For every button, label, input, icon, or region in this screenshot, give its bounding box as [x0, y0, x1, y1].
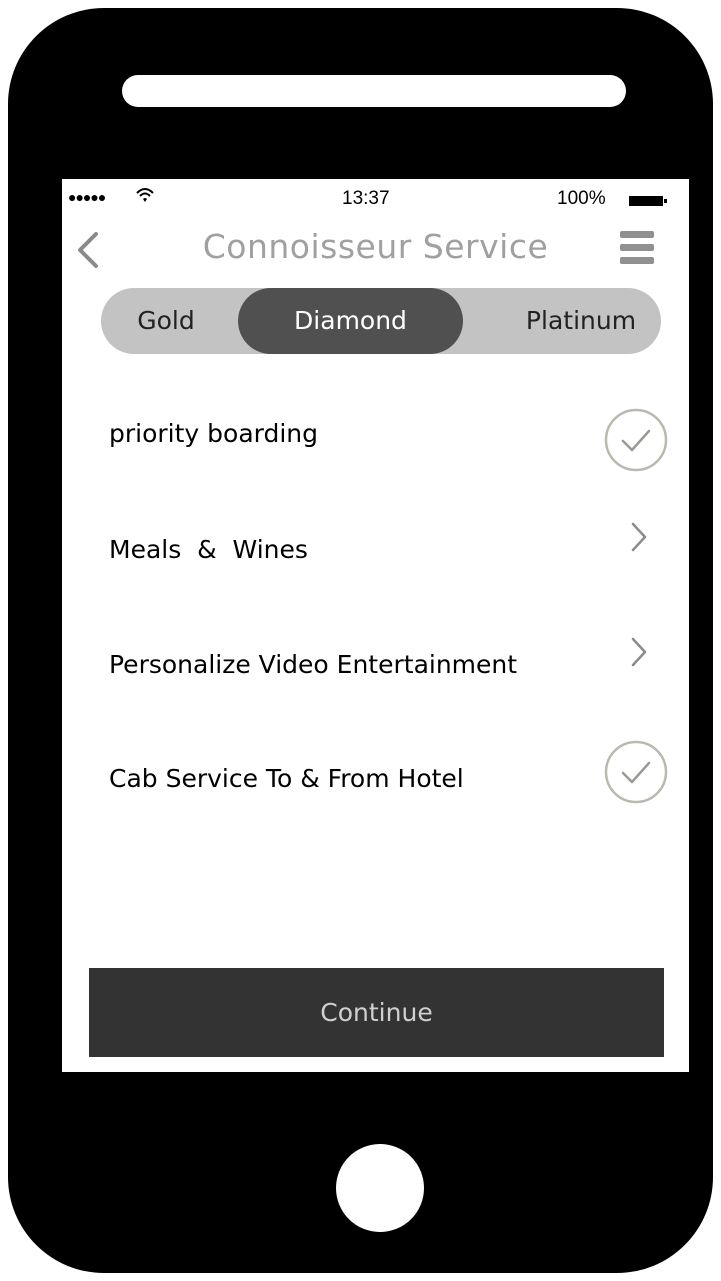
check-circle-icon[interactable]: [603, 739, 669, 805]
app-screen: ●●●●● 13:37 100% Connoisseur Service Gol…: [62, 179, 689, 1072]
page-title: Connoisseur Service: [202, 227, 549, 266]
tier-diamond-tab[interactable]: Diamond: [238, 288, 463, 354]
speaker-grille: [122, 75, 626, 107]
service-item-label: Personalize Video Entertainment: [109, 650, 518, 679]
tier-selector: Gold Diamond Platinum: [101, 288, 661, 354]
wifi-icon: [135, 185, 155, 211]
signal-strength-icon: ●●●●●: [68, 189, 106, 205]
service-item-label: Meals & Wines: [109, 535, 308, 564]
hamburger-menu-icon[interactable]: [620, 231, 654, 265]
phone-frame: ●●●●● 13:37 100% Connoisseur Service Gol…: [8, 8, 713, 1273]
battery-tip: [664, 199, 667, 203]
continue-button[interactable]: Continue: [89, 968, 664, 1057]
home-button[interactable]: [336, 1144, 424, 1232]
tier-gold-tab[interactable]: Gold: [101, 288, 231, 354]
chevron-right-icon[interactable]: [627, 520, 651, 554]
battery-icon: [629, 196, 663, 206]
service-item-label: priority boarding: [109, 419, 319, 448]
check-circle-icon[interactable]: [603, 407, 669, 473]
service-item-priority-boarding[interactable]: priority boarding: [62, 397, 689, 477]
status-time: 13:37: [342, 188, 390, 209]
service-item-video-entertainment[interactable]: Personalize Video Entertainment: [62, 628, 689, 708]
tier-platinum-tab[interactable]: Platinum: [501, 288, 661, 354]
chevron-right-icon[interactable]: [627, 635, 651, 669]
status-bar: ●●●●● 13:37 100%: [62, 179, 689, 223]
battery-percentage: 100%: [557, 188, 606, 209]
service-item-meals-wines[interactable]: Meals & Wines: [62, 513, 689, 593]
service-item-cab-service[interactable]: Cab Service To & From Hotel: [62, 739, 689, 822]
service-item-label: Cab Service To & From Hotel: [109, 764, 464, 793]
